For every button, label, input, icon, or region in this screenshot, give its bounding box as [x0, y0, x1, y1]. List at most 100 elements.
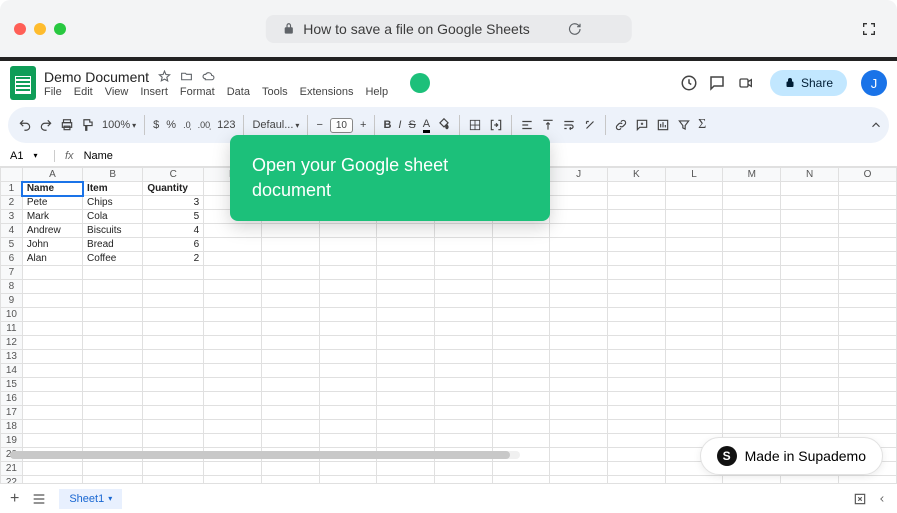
- cell[interactable]: [319, 280, 377, 294]
- share-button[interactable]: Share: [770, 70, 847, 96]
- cell[interactable]: Item: [83, 182, 143, 196]
- cell[interactable]: [83, 364, 143, 378]
- close-window-button[interactable]: [14, 23, 26, 35]
- cell[interactable]: [83, 350, 143, 364]
- cell[interactable]: [319, 434, 377, 448]
- cell[interactable]: [143, 350, 204, 364]
- valign-icon[interactable]: [541, 118, 555, 132]
- cell[interactable]: [377, 406, 435, 420]
- cell[interactable]: [261, 308, 319, 322]
- cell[interactable]: [204, 378, 262, 392]
- cell[interactable]: [435, 322, 493, 336]
- column-header[interactable]: N: [781, 168, 839, 182]
- cell[interactable]: [261, 238, 319, 252]
- row-header[interactable]: 7: [1, 266, 23, 280]
- cell[interactable]: [839, 294, 897, 308]
- cell[interactable]: [22, 336, 82, 350]
- cell[interactable]: [143, 392, 204, 406]
- refresh-icon[interactable]: [568, 22, 582, 36]
- cell[interactable]: [550, 336, 608, 350]
- decrease-font[interactable]: −: [316, 119, 322, 131]
- cell[interactable]: Cola: [83, 210, 143, 224]
- menu-help[interactable]: Help: [365, 86, 388, 98]
- italic-button[interactable]: I: [398, 119, 401, 131]
- cell[interactable]: [143, 406, 204, 420]
- cell[interactable]: [143, 280, 204, 294]
- row-header[interactable]: 18: [1, 420, 23, 434]
- cloud-icon[interactable]: [202, 70, 215, 83]
- select-all-corner[interactable]: [1, 168, 23, 182]
- cell[interactable]: [22, 294, 82, 308]
- cell[interactable]: [377, 308, 435, 322]
- cell[interactable]: [665, 238, 723, 252]
- cell[interactable]: [377, 266, 435, 280]
- cell[interactable]: [665, 364, 723, 378]
- cell[interactable]: [607, 378, 665, 392]
- cell[interactable]: [839, 252, 897, 266]
- cell[interactable]: [261, 336, 319, 350]
- menu-extensions[interactable]: Extensions: [300, 86, 354, 98]
- cell[interactable]: [723, 364, 781, 378]
- cell[interactable]: [435, 420, 493, 434]
- cell[interactable]: [665, 336, 723, 350]
- column-header[interactable]: C: [143, 168, 204, 182]
- cell[interactable]: [319, 392, 377, 406]
- cell[interactable]: [839, 336, 897, 350]
- cell[interactable]: [607, 238, 665, 252]
- cell[interactable]: [435, 434, 493, 448]
- cell[interactable]: [493, 392, 550, 406]
- cell[interactable]: [435, 462, 493, 476]
- cell[interactable]: [665, 322, 723, 336]
- cell[interactable]: Andrew: [22, 224, 82, 238]
- cell[interactable]: [261, 350, 319, 364]
- cell[interactable]: [607, 182, 665, 196]
- row-header[interactable]: 16: [1, 392, 23, 406]
- cell[interactable]: [319, 378, 377, 392]
- cell[interactable]: [204, 336, 262, 350]
- row-header[interactable]: 3: [1, 210, 23, 224]
- cell[interactable]: [435, 252, 493, 266]
- cell[interactable]: [493, 280, 550, 294]
- cell[interactable]: [723, 420, 781, 434]
- cell[interactable]: [607, 322, 665, 336]
- cell[interactable]: [22, 350, 82, 364]
- percent-format[interactable]: %: [166, 119, 176, 131]
- cell[interactable]: [377, 280, 435, 294]
- cell[interactable]: [83, 378, 143, 392]
- sheet-tab-1[interactable]: Sheet1▾: [59, 489, 122, 509]
- horizontal-scrollbar[interactable]: [10, 451, 520, 459]
- cell[interactable]: [22, 266, 82, 280]
- cell[interactable]: [204, 294, 262, 308]
- cell[interactable]: [377, 364, 435, 378]
- cell[interactable]: [723, 224, 781, 238]
- cell[interactable]: [781, 224, 839, 238]
- supademo-badge[interactable]: S Made in Supademo: [700, 437, 883, 475]
- cell[interactable]: [839, 182, 897, 196]
- cell[interactable]: [83, 420, 143, 434]
- row-header[interactable]: 11: [1, 322, 23, 336]
- cell[interactable]: [319, 308, 377, 322]
- row-header[interactable]: 6: [1, 252, 23, 266]
- row-header[interactable]: 21: [1, 462, 23, 476]
- cell[interactable]: [261, 378, 319, 392]
- column-header[interactable]: A: [22, 168, 82, 182]
- cell[interactable]: [781, 238, 839, 252]
- cell[interactable]: [83, 294, 143, 308]
- cell[interactable]: [550, 350, 608, 364]
- cell[interactable]: [377, 252, 435, 266]
- cell[interactable]: [550, 392, 608, 406]
- cell[interactable]: 2: [143, 252, 204, 266]
- cell[interactable]: [493, 336, 550, 350]
- cell[interactable]: [435, 406, 493, 420]
- cell[interactable]: [839, 308, 897, 322]
- fullscreen-icon[interactable]: [861, 21, 877, 37]
- cell[interactable]: [143, 322, 204, 336]
- cell[interactable]: [143, 364, 204, 378]
- cell[interactable]: [550, 266, 608, 280]
- cell[interactable]: [493, 434, 550, 448]
- cell[interactable]: [493, 322, 550, 336]
- cell[interactable]: [204, 322, 262, 336]
- cell[interactable]: 3: [143, 196, 204, 210]
- doc-title[interactable]: Demo Document: [44, 69, 149, 85]
- cell[interactable]: [723, 280, 781, 294]
